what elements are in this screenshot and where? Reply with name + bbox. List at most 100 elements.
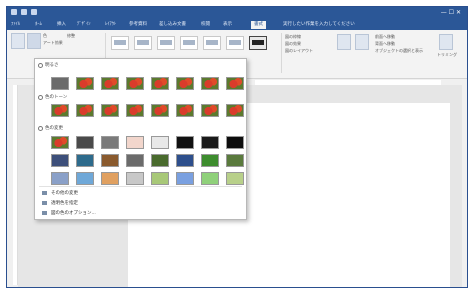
color-variant-thumb[interactable] — [51, 77, 69, 90]
color-variant-thumb[interactable] — [101, 77, 119, 90]
eyedropper-icon — [42, 200, 47, 205]
color-variant-thumb[interactable] — [201, 154, 219, 167]
style-preview-icon — [229, 40, 241, 45]
tab-file[interactable]: ﾌｧｲﾙ — [11, 21, 20, 29]
color-variant-thumb[interactable] — [201, 104, 219, 117]
tab-review[interactable]: 校閲 — [201, 21, 210, 29]
undo-icon[interactable] — [21, 9, 27, 15]
color-dropdown-gallery: 明るさ 色のトーン 色の変更 その他の変更 透明色を指定 図の色のオプション..… — [34, 58, 247, 220]
style-preview-icon — [114, 40, 126, 45]
selection-pane-button[interactable]: オブジェクトの選択と表示 — [375, 48, 423, 54]
menu-item-label: 図の色のオプション... — [51, 211, 96, 216]
menu-item-label: その他の変更 — [51, 191, 78, 196]
compress-pictures-button[interactable]: 修整 — [67, 33, 75, 38]
color-variant-thumb[interactable] — [101, 172, 119, 185]
color-variant-thumb[interactable] — [76, 154, 94, 167]
color-variant-thumb[interactable] — [151, 104, 169, 117]
color-variant-thumb[interactable] — [176, 172, 194, 185]
color-button[interactable]: 色 — [43, 33, 47, 38]
color-variant-thumb[interactable] — [151, 154, 169, 167]
color-variant-thumb[interactable] — [126, 172, 144, 185]
color-variant-thumb[interactable] — [101, 154, 119, 167]
more-variations-item[interactable]: その他の変更 — [42, 190, 78, 197]
picture-style-thumb[interactable] — [203, 36, 221, 50]
color-variant-thumb[interactable] — [226, 104, 244, 117]
tab-view[interactable]: 表示 — [223, 21, 232, 29]
tab-mailings[interactable]: 差し込み文書 — [159, 21, 186, 29]
picture-options-icon — [42, 210, 47, 215]
picture-style-thumb[interactable] — [226, 36, 244, 50]
color-variant-thumb[interactable] — [51, 172, 69, 185]
picture-style-thumb[interactable] — [157, 36, 175, 50]
tab-references[interactable]: 参考資料 — [129, 21, 147, 29]
crop-button[interactable] — [439, 34, 453, 50]
position-button[interactable] — [337, 34, 351, 50]
color-variant-thumb[interactable] — [176, 154, 194, 167]
ribbon-tab-row: ﾌｧｲﾙ ﾎｰﾑ 挿入 ﾃﾞｻﾞｲﾝ ﾚｲｱｳﾄ 参考資料 差し込み文書 校閲 … — [7, 20, 467, 30]
crop-label: トリミング — [437, 52, 457, 57]
color-variant-thumb[interactable] — [126, 77, 144, 90]
section-marker-icon — [38, 126, 43, 131]
color-variant-thumb[interactable] — [201, 136, 219, 149]
color-variant-thumb[interactable] — [201, 172, 219, 185]
style-preview-icon — [160, 40, 172, 45]
color-variant-thumb[interactable] — [176, 104, 194, 117]
color-variant-thumb[interactable] — [176, 136, 194, 149]
color-variant-thumb[interactable] — [126, 136, 144, 149]
color-variant-thumb[interactable] — [51, 104, 69, 117]
picture-layout-button[interactable]: 図のレイアウト — [285, 48, 313, 54]
save-icon[interactable] — [11, 9, 17, 15]
ribbon-divider — [281, 33, 282, 73]
picture-color-options-item[interactable]: 図の色のオプション... — [42, 210, 96, 217]
color-variant-thumb[interactable] — [76, 172, 94, 185]
picture-border-button[interactable]: 図の枠線 — [285, 34, 301, 40]
color-variant-thumb[interactable] — [126, 154, 144, 167]
remove-background-button[interactable] — [11, 33, 25, 49]
tab-layout[interactable]: ﾚｲｱｳﾄ — [105, 21, 116, 29]
tab-format[interactable]: 書式 — [251, 21, 266, 29]
app-window: — ☐ ✕ ﾌｧｲﾙ ﾎｰﾑ 挿入 ﾃﾞｻﾞｲﾝ ﾚｲｱｳﾄ 参考資料 差し込み… — [6, 6, 468, 288]
style-preview-icon — [252, 40, 264, 45]
color-variant-thumb[interactable] — [151, 136, 169, 149]
color-variant-thumb[interactable] — [176, 77, 194, 90]
send-backward-button[interactable]: 背面へ移動 — [375, 41, 395, 47]
color-variant-thumb[interactable] — [101, 136, 119, 149]
tell-me-search[interactable]: 実行したい作業を入力してください — [283, 21, 355, 29]
color-variant-thumb[interactable] — [51, 154, 69, 167]
window-controls[interactable]: — ☐ ✕ — [441, 9, 461, 16]
picture-style-thumb[interactable] — [249, 36, 267, 50]
color-variant-thumb[interactable] — [51, 136, 69, 149]
style-preview-icon — [183, 40, 195, 45]
section-label-saturation: 明るさ — [45, 63, 59, 68]
set-transparent-color-item[interactable]: 透明色を指定 — [42, 200, 78, 207]
wrap-text-button[interactable] — [355, 34, 369, 50]
corrections-button[interactable] — [27, 33, 41, 49]
style-preview-icon — [137, 40, 149, 45]
menu-divider — [39, 186, 242, 187]
quick-access-toolbar — [11, 9, 37, 15]
color-variant-thumb[interactable] — [151, 172, 169, 185]
color-variant-thumb[interactable] — [226, 136, 244, 149]
bring-forward-button[interactable]: 前面へ移動 — [375, 34, 395, 40]
artistic-effects-button[interactable]: アート効果 — [43, 40, 63, 45]
color-variant-thumb[interactable] — [126, 104, 144, 117]
picture-style-thumb[interactable] — [134, 36, 152, 50]
color-variant-thumb[interactable] — [226, 154, 244, 167]
menu-item-label: 透明色を指定 — [51, 201, 78, 206]
color-variant-thumb[interactable] — [151, 77, 169, 90]
tab-insert[interactable]: 挿入 — [57, 21, 66, 29]
color-variant-thumb[interactable] — [226, 172, 244, 185]
picture-style-thumb[interactable] — [180, 36, 198, 50]
color-variant-thumb[interactable] — [76, 104, 94, 117]
color-variant-thumb[interactable] — [76, 136, 94, 149]
color-variant-thumb[interactable] — [226, 77, 244, 90]
style-preview-icon — [206, 40, 218, 45]
picture-style-thumb[interactable] — [111, 36, 129, 50]
color-variant-thumb[interactable] — [201, 77, 219, 90]
redo-icon[interactable] — [31, 9, 37, 15]
tab-home[interactable]: ﾎｰﾑ — [35, 21, 42, 29]
color-variant-thumb[interactable] — [101, 104, 119, 117]
color-variant-thumb[interactable] — [76, 77, 94, 90]
tab-design[interactable]: ﾃﾞｻﾞｲﾝ — [77, 21, 91, 29]
picture-effects-button[interactable]: 図の効果 — [285, 41, 301, 47]
